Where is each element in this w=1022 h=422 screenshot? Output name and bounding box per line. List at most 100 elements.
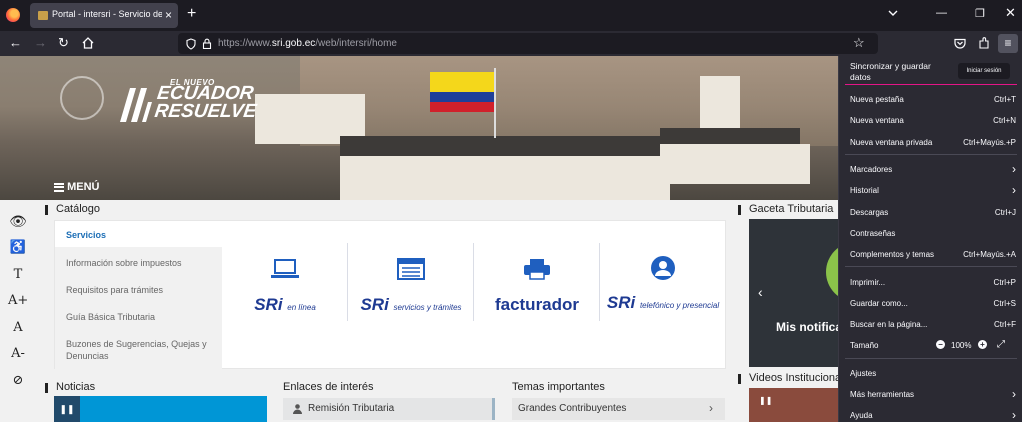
menu-item-addons[interactable]: Complementos y temas Ctrl+Mayús.+A [850, 250, 1016, 259]
catalog-item-active[interactable]: Servicios [66, 229, 216, 241]
divider [845, 266, 1017, 267]
tab-active[interactable]: Portal - intersri - Servicio de Rentas I… [30, 3, 178, 28]
back-icon[interactable]: ← [9, 35, 22, 51]
tab-close-icon[interactable]: × [165, 8, 172, 22]
divider [845, 84, 1017, 85]
menu-item-bookmarks[interactable]: Marcadores › [850, 162, 1016, 176]
firefox-logo-icon[interactable] [6, 8, 20, 22]
menu-item-help[interactable]: Ayuda › [850, 408, 1016, 422]
service-logo-main: SRi [254, 295, 283, 314]
menu-item-shortcut: Ctrl+N [993, 116, 1016, 125]
home-icon[interactable] [82, 37, 94, 49]
pocket-icon[interactable] [954, 38, 966, 49]
service-sri-tramites[interactable]: SRi servicios y trámites [348, 243, 474, 323]
catalog-menu: Servicios Información sobre impuestos Re… [55, 221, 222, 370]
bookmark-star-icon[interactable]: ☆ [853, 35, 865, 51]
fullscreen-icon[interactable]: ⤢ [997, 339, 1005, 350]
hide-images-icon[interactable]: ⊘ [8, 373, 28, 388]
menu-item-more-tools[interactable]: Más herramientas › [850, 387, 1016, 401]
lock-icon[interactable] [202, 38, 212, 49]
menu-item-private-window[interactable]: Nueva ventana privada Ctrl+Mayús.+P [850, 138, 1016, 147]
decrease-font-icon[interactable]: A- [8, 346, 28, 361]
restore-icon[interactable]: ❐ [975, 7, 985, 20]
service-sri-presencial[interactable]: SRi telefónico y presencial [600, 243, 726, 323]
close-window-icon[interactable]: ✕ [1005, 5, 1016, 21]
catalog-item[interactable]: Requisitos para trámites [66, 284, 216, 296]
catalog-item[interactable]: Información sobre impuestos [66, 257, 216, 269]
forward-icon[interactable]: → [34, 35, 47, 51]
visibility-icon[interactable]: 👁 [8, 214, 28, 230]
sync-title: Sincronizar y guardar datos [850, 61, 931, 82]
menu-item-label: Nueva pestaña [850, 95, 904, 104]
palace-facade [340, 156, 670, 200]
reset-font-icon[interactable]: A [8, 320, 28, 335]
increase-font-icon[interactable]: A+ [8, 293, 28, 308]
tema-item[interactable]: Grandes Contribuyentes › [512, 398, 725, 420]
hamburger-icon [54, 181, 64, 193]
url-text[interactable]: https://www.sri.gob.ec/web/intersri/home [218, 38, 397, 49]
noticias-carousel[interactable]: ❚❚ [54, 396, 267, 422]
chevron-right-icon: › [1012, 387, 1016, 401]
zoom-label: Tamaño [850, 341, 879, 350]
catalog-item[interactable]: Buzones de Sugerencias, Quejas y Denunci… [66, 338, 216, 362]
shield-icon[interactable] [186, 38, 196, 50]
user-circle-icon [651, 256, 675, 280]
printer-icon [524, 259, 550, 280]
service-facturador[interactable]: facturador [474, 243, 600, 323]
menu-item-label: Nueva ventana [850, 116, 904, 125]
app-menu-button[interactable]: ≡ [998, 34, 1018, 53]
text-format-icon[interactable]: T [8, 267, 28, 282]
zoom-out-icon[interactable]: − [936, 340, 945, 349]
video-player[interactable]: ❚❚ [749, 388, 841, 422]
url-path: /web/intersri/home [315, 38, 397, 49]
service-logo-sub: telefónico y presencial [639, 301, 720, 310]
coat-of-arms-icon [60, 76, 104, 120]
section-title-gaceta: Gaceta Tributaria [737, 203, 834, 215]
menu-item-save-as[interactable]: Guardar como... Ctrl+S [850, 299, 1016, 308]
new-tab-button[interactable]: + [187, 5, 196, 23]
sign-in-button[interactable]: Iniciar sesión [958, 63, 1010, 79]
pause-icon[interactable]: ❚❚ [759, 396, 772, 405]
menu-item-new-tab[interactable]: Nueva pestaña Ctrl+T [850, 95, 1016, 104]
address-bar[interactable]: https://www.sri.gob.ec/web/intersri/home… [178, 33, 878, 54]
menu-item-history[interactable]: Historial › [850, 183, 1016, 197]
chevron-right-icon: › [1012, 408, 1016, 422]
menu-item-label: Más herramientas [850, 390, 915, 399]
tab-title: Portal - intersri - Servicio de Rentas I… [52, 9, 162, 19]
menu-item-label: Imprimir... [850, 278, 886, 287]
catalog-panel: Servicios Información sobre impuestos Re… [54, 220, 726, 370]
list-tabs-icon[interactable] [888, 10, 898, 17]
enlace-item[interactable]: Remisión Tributaria [283, 398, 495, 420]
pause-icon[interactable]: ❚❚ [54, 396, 80, 422]
main-menu-button[interactable]: MENÚ [54, 181, 99, 193]
menu-item-print[interactable]: Imprimir... Ctrl+P [850, 278, 1016, 287]
side-roof [660, 128, 800, 144]
minimize-icon[interactable]: — [936, 7, 947, 19]
menu-item-settings[interactable]: Ajustes [850, 369, 1016, 378]
menu-item-new-window[interactable]: Nueva ventana Ctrl+N [850, 116, 1016, 125]
menu-item-passwords[interactable]: Contraseñas [850, 229, 1016, 238]
service-logo: SRi en línea [222, 295, 348, 315]
extensions-icon[interactable] [978, 37, 990, 49]
flag-stripe-blue [430, 92, 494, 102]
accessibility-icon[interactable]: ♿ [8, 240, 28, 255]
carousel-prev-icon[interactable]: ‹ [758, 284, 763, 300]
tab-bar: Portal - intersri - Servicio de Rentas I… [0, 0, 1022, 31]
app-menu-panel: Sincronizar y guardar datos Iniciar sesi… [838, 56, 1022, 422]
menu-item-downloads[interactable]: Descargas Ctrl+J [850, 208, 1016, 217]
enlace-label: Remisión Tributaria [308, 403, 395, 414]
service-sri-en-linea[interactable]: SRi en línea [222, 243, 348, 323]
laptop-icon [271, 259, 299, 278]
flag-pole [494, 68, 496, 138]
zoom-in-icon[interactable]: + [978, 340, 987, 349]
menu-item-label: Guardar como... [850, 299, 908, 308]
menu-item-shortcut: Ctrl+P [993, 278, 1016, 287]
zoom-value[interactable]: 100% [951, 341, 971, 350]
reload-icon[interactable]: ↻ [58, 35, 69, 51]
catalog-item[interactable]: Guía Básica Tributaria [66, 311, 216, 323]
menu-item-find[interactable]: Buscar en la página... Ctrl+F [850, 320, 1016, 329]
service-logo: facturador [494, 295, 580, 314]
service-logo-main: SRi [360, 295, 389, 314]
menu-item-shortcut: Ctrl+S [993, 299, 1016, 308]
person-icon [293, 404, 302, 414]
